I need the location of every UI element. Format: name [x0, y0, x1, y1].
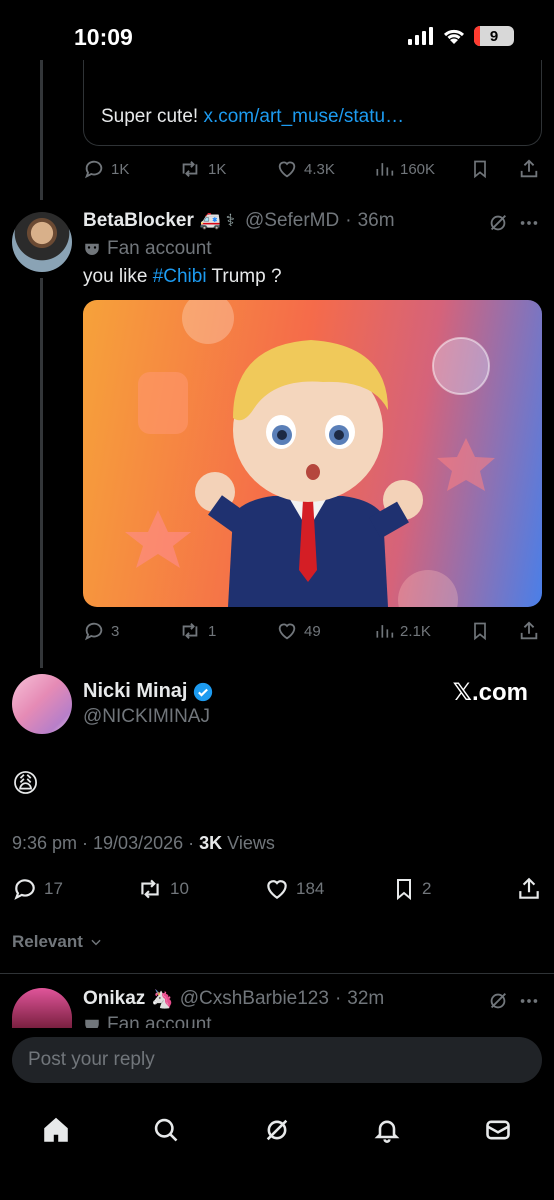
- repost-icon: [182, 623, 198, 639]
- author-handle[interactable]: @CxshBarbie123: [180, 988, 329, 1010]
- author-emoji: 🦄: [151, 988, 174, 1009]
- bookmark-icon: [397, 879, 411, 901]
- like-button[interactable]: 184: [264, 876, 324, 902]
- status-icons: 9: [408, 26, 514, 46]
- post-time: 36m: [357, 210, 395, 231]
- nav-home[interactable]: [36, 1110, 76, 1150]
- thread-line: [40, 60, 43, 200]
- more-icon[interactable]: [518, 212, 540, 234]
- mask-icon: [85, 243, 99, 255]
- author-handle[interactable]: @SeferMD: [245, 210, 339, 232]
- post-header: BetaBlocker 🚑 ⚕ @SeferMD · 36m: [83, 210, 395, 232]
- home-icon: [44, 1117, 68, 1142]
- reply-button[interactable]: 1K: [83, 158, 129, 180]
- reply-button[interactable]: 3: [83, 620, 119, 642]
- post-text: you like #Chibi Trump ?: [83, 266, 282, 287]
- nav-search[interactable]: [146, 1110, 186, 1150]
- repost-button[interactable]: 10: [136, 876, 189, 902]
- quoted-post-card[interactable]: Super cute! x.com/art_muse/statu…: [83, 60, 542, 146]
- x-brand-logo: 𝕏.com: [452, 679, 528, 706]
- more-icon[interactable]: [518, 990, 540, 1012]
- repost-icon: [182, 161, 198, 177]
- share-icon: [520, 621, 538, 640]
- bookmark-button[interactable]: [470, 620, 490, 642]
- repost-button[interactable]: 1: [178, 620, 216, 642]
- avatar[interactable]: [12, 212, 72, 272]
- quoted-post-link[interactable]: x.com/art_muse/statu…: [203, 106, 404, 127]
- reply-input-container: [12, 1037, 542, 1083]
- search-icon: [154, 1118, 178, 1142]
- reply-input[interactable]: [12, 1037, 542, 1083]
- divider: [0, 973, 554, 974]
- views-button[interactable]: 160K: [374, 158, 435, 180]
- repost-button[interactable]: 1K: [178, 158, 226, 180]
- heart-icon: [278, 623, 296, 640]
- views-icon: [376, 163, 394, 176]
- bottom-nav: [0, 1100, 554, 1200]
- like-button[interactable]: 49: [276, 620, 321, 642]
- avatar[interactable]: [12, 674, 72, 734]
- views-icon: [376, 625, 394, 638]
- heart-icon: [278, 161, 296, 178]
- nav-messages[interactable]: [478, 1110, 518, 1150]
- avatar[interactable]: [12, 988, 72, 1028]
- reply-button[interactable]: 17: [12, 876, 63, 902]
- quoted-post-text: Super cute! x.com/art_muse/statu…: [101, 106, 405, 127]
- bookmark-button[interactable]: [470, 158, 490, 180]
- share-button[interactable]: [518, 158, 540, 180]
- share-button[interactable]: [518, 620, 540, 642]
- mask-icon: [85, 1019, 99, 1028]
- author-handle[interactable]: @NICKIMINAJ: [83, 706, 210, 728]
- sort-dropdown[interactable]: Relevant: [12, 932, 103, 952]
- post-time: 32m: [347, 988, 385, 1009]
- heart-icon: [267, 880, 287, 899]
- author-name[interactable]: Nicki Minaj: [83, 680, 187, 703]
- reply-icon: [84, 160, 103, 179]
- battery-indicator: 9: [474, 26, 514, 46]
- bell-icon: [374, 1120, 400, 1143]
- reply-icon: [84, 622, 103, 641]
- post-image[interactable]: [83, 300, 542, 607]
- grok-icon[interactable]: [487, 212, 509, 234]
- repost-icon: [141, 879, 159, 899]
- post-timestamp: 9:36 pm · 19/03/2026 · 3K Views: [12, 833, 275, 853]
- bookmark-icon: [474, 622, 486, 641]
- nav-notifications[interactable]: [367, 1110, 407, 1150]
- hashtag-link[interactable]: #Chibi: [153, 266, 207, 287]
- share-icon: [519, 877, 539, 899]
- share-icon: [520, 159, 538, 178]
- mail-icon: [486, 1120, 510, 1140]
- chibi-figure-illustration: [125, 300, 495, 607]
- chevron-down-icon: [91, 939, 101, 946]
- fan-account-badge: Fan account: [83, 238, 212, 260]
- nav-grok[interactable]: [257, 1110, 297, 1150]
- post-header: Nicki Minaj: [83, 680, 213, 703]
- share-button[interactable]: [516, 876, 542, 902]
- bookmark-button[interactable]: 2: [392, 876, 431, 902]
- wifi-icon: [443, 29, 465, 44]
- signal-icon: [408, 27, 433, 45]
- bookmark-icon: [474, 160, 486, 179]
- author-emoji: 🚑 ⚕: [199, 211, 235, 230]
- status-time: 10:09: [74, 24, 133, 50]
- author-name[interactable]: Onikaz: [83, 988, 145, 1010]
- views-button[interactable]: 2.1K: [374, 620, 431, 642]
- author-name[interactable]: BetaBlocker: [83, 210, 194, 232]
- reply-icon: [14, 879, 35, 900]
- post-text: 😩: [12, 768, 40, 798]
- grok-icon[interactable]: [487, 990, 509, 1012]
- thread-line: [40, 278, 43, 668]
- verified-badge-icon: [194, 682, 213, 701]
- fan-account-badge: Fan account: [83, 1014, 212, 1028]
- grok-icon: [266, 1119, 288, 1141]
- like-button[interactable]: 4.3K: [276, 158, 335, 180]
- post-header: Onikaz 🦄 @CxshBarbie123 · 32m: [83, 988, 385, 1010]
